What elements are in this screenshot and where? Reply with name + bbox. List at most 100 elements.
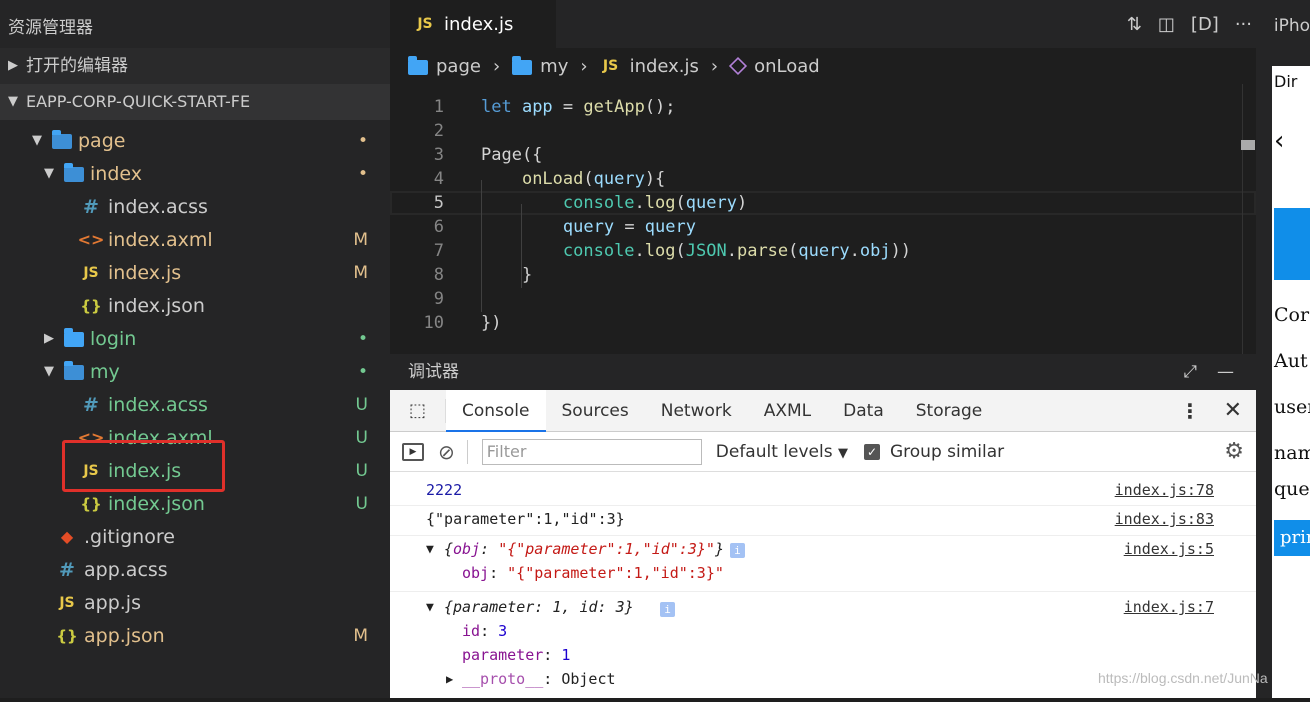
minimize-icon[interactable]: — xyxy=(1217,354,1234,390)
object-property: __proto__: Object xyxy=(462,670,616,688)
debug-icon[interactable]: [D] xyxy=(1191,14,1219,35)
chevron-down-icon: ▼ xyxy=(32,133,42,148)
git-status-badge: U xyxy=(355,394,368,415)
tab-network[interactable]: Network xyxy=(645,390,748,432)
scrollbar-marker xyxy=(1241,140,1255,150)
devtools-panel: ⬚ Console Sources Network AXML Data Stor… xyxy=(390,389,1256,698)
filter-input[interactable]: Filter xyxy=(481,438,702,465)
folder-icon xyxy=(408,55,428,75)
git-status-badge: • xyxy=(357,328,368,349)
console-toolbar: ▶ ⊘ Filter Default levels ▼ ✓ Group simi… xyxy=(390,432,1256,472)
tree-item[interactable]: # index.acss U xyxy=(0,388,390,421)
inspect-icon[interactable]: ⬚ xyxy=(390,398,446,423)
json-file-icon: {} xyxy=(80,296,102,315)
breadcrumb: page › my › JS index.js › onLoad xyxy=(390,48,1256,84)
levels-dropdown[interactable]: Default levels ▼ xyxy=(716,442,848,462)
preview-text-1: Cor xyxy=(1274,304,1310,326)
json-file-icon: {} xyxy=(80,494,102,513)
preview-text-4: nam xyxy=(1274,442,1310,464)
split-editor-icon[interactable]: ◫ xyxy=(1158,14,1175,35)
print-button[interactable]: prin xyxy=(1274,520,1310,556)
git-status-badge: M xyxy=(353,229,368,250)
chevron-down-icon: ▼ xyxy=(44,166,54,181)
tab-storage[interactable]: Storage xyxy=(900,390,999,432)
close-icon[interactable]: ✕ xyxy=(1224,398,1242,423)
breadcrumb-page[interactable]: page xyxy=(408,55,481,77)
object-property: parameter: 1 xyxy=(462,646,571,664)
expand-icon[interactable]: ⤢ xyxy=(1183,354,1197,390)
folder-icon xyxy=(512,55,533,75)
code-line: 3 Page({ xyxy=(390,143,1256,167)
back-icon[interactable]: ‹ xyxy=(1274,126,1284,156)
source-link[interactable]: index.js:83 xyxy=(1115,506,1214,532)
code-line: 10}) xyxy=(390,311,1256,335)
console-row-expanded: ▼ {obj: "{"parameter":1,"id":3}"} i obj: … xyxy=(390,536,1256,592)
tree-item[interactable]: {} index.json xyxy=(0,289,390,322)
tab-index-js[interactable]: JS index.js xyxy=(390,0,556,48)
tree-item-label: login xyxy=(90,327,137,350)
console-output: 2222 index.js:78 {"parameter":1,"id":3} … xyxy=(390,472,1256,698)
explorer-title: 资源管理器 xyxy=(8,18,93,38)
git-status-badge: U xyxy=(355,427,368,448)
code-text: onLoad(query){ xyxy=(521,169,666,189)
tree-item[interactable]: ▼ my • xyxy=(0,355,390,388)
device-selector[interactable]: iPho xyxy=(1274,16,1310,36)
code-line: 5 console.log(query) xyxy=(390,191,1256,215)
breadcrumb-file[interactable]: JS index.js xyxy=(600,56,699,77)
object-summary: {obj: "{"parameter":1,"id":3}"} i xyxy=(444,540,745,558)
tree-item[interactable]: # index.acss xyxy=(0,190,390,223)
expand-arrow-icon[interactable]: ▼ xyxy=(426,542,434,557)
tab-sources[interactable]: Sources xyxy=(546,390,645,432)
simulator-preview: Dir ‹ Cor Aut user nam quer prin xyxy=(1256,48,1310,698)
tree-item-label: .gitignore xyxy=(84,525,175,548)
compare-icon[interactable]: ⇅ xyxy=(1127,14,1142,35)
console-row: 2222 index.js:78 xyxy=(390,478,1256,506)
code-editor[interactable]: 1 let app = getApp(); 2 3 Page({4 onLoad(que… xyxy=(390,84,1256,354)
tree-item-label: index.json xyxy=(108,492,205,515)
tab-console[interactable]: Console xyxy=(446,389,546,432)
watermark: https://blog.csdn.net/JunNa xyxy=(1098,670,1268,686)
preview-nav-title: Dir xyxy=(1274,72,1298,91)
tree-item[interactable]: # app.acss xyxy=(0,553,390,586)
settings-gear-icon[interactable]: ⚙ xyxy=(1224,439,1244,464)
chevron-right-icon: › xyxy=(710,55,719,77)
tree-item[interactable]: ▶ login • xyxy=(0,322,390,355)
tree-item[interactable]: {} app.json M xyxy=(0,619,390,652)
breadcrumb-symbol[interactable]: onLoad xyxy=(729,56,820,77)
info-icon: i xyxy=(729,543,745,558)
expand-arrow-icon[interactable]: ▶ xyxy=(446,672,453,686)
source-link[interactable]: index.js:7 xyxy=(1124,598,1214,616)
open-editors-section[interactable]: ▶ 打开的编辑器 xyxy=(0,48,390,84)
source-link[interactable]: index.js:5 xyxy=(1124,540,1214,558)
line-number: 2 xyxy=(433,121,444,141)
line-number: 8 xyxy=(433,265,444,285)
tree-item[interactable]: <> index.axml M xyxy=(0,223,390,256)
clear-console-icon[interactable]: ⊘ xyxy=(438,440,455,464)
expand-arrow-icon[interactable]: ▼ xyxy=(426,600,434,615)
editor-scrollbar[interactable] xyxy=(1241,84,1256,354)
chevron-right-icon: ▶ xyxy=(8,58,18,73)
tree-item[interactable]: JS app.js xyxy=(0,586,390,619)
code-text: }) xyxy=(481,313,502,333)
preview-text-5: quer xyxy=(1274,478,1310,500)
tree-item[interactable]: JS index.js M xyxy=(0,256,390,289)
code-line: 7 console.log(JSON.parse(query.obj)) xyxy=(390,239,1256,263)
tree-item[interactable]: ◆ .gitignore xyxy=(0,520,390,553)
tab-axml[interactable]: AXML xyxy=(748,390,827,432)
project-section[interactable]: ▼ EAPP-CORP-QUICK-START-FE xyxy=(0,84,390,120)
css-file-icon: # xyxy=(83,195,99,218)
group-similar-label: Group similar xyxy=(889,441,1005,462)
debugger-header: 调试器 ⤢ — xyxy=(390,354,1256,390)
source-link[interactable]: index.js:78 xyxy=(1115,478,1214,502)
breadcrumb-my[interactable]: my xyxy=(512,55,568,77)
sidebar-toggle-icon[interactable]: ▶ xyxy=(402,442,424,461)
tab-data[interactable]: Data xyxy=(827,390,900,432)
tree-item[interactable]: ▼ index • xyxy=(0,157,390,190)
more-vert-icon[interactable]: ⋮ xyxy=(1180,399,1200,423)
group-similar-checkbox[interactable]: ✓ xyxy=(863,443,880,460)
code-line: 1 let app = getApp(); xyxy=(390,95,1256,119)
editor-actions: ⇅ ◫ [D] ··· xyxy=(1127,14,1252,35)
more-icon[interactable]: ··· xyxy=(1235,14,1252,35)
tree-item[interactable]: ▼ page • xyxy=(0,124,390,157)
tree-item-label: index.acss xyxy=(108,195,208,218)
